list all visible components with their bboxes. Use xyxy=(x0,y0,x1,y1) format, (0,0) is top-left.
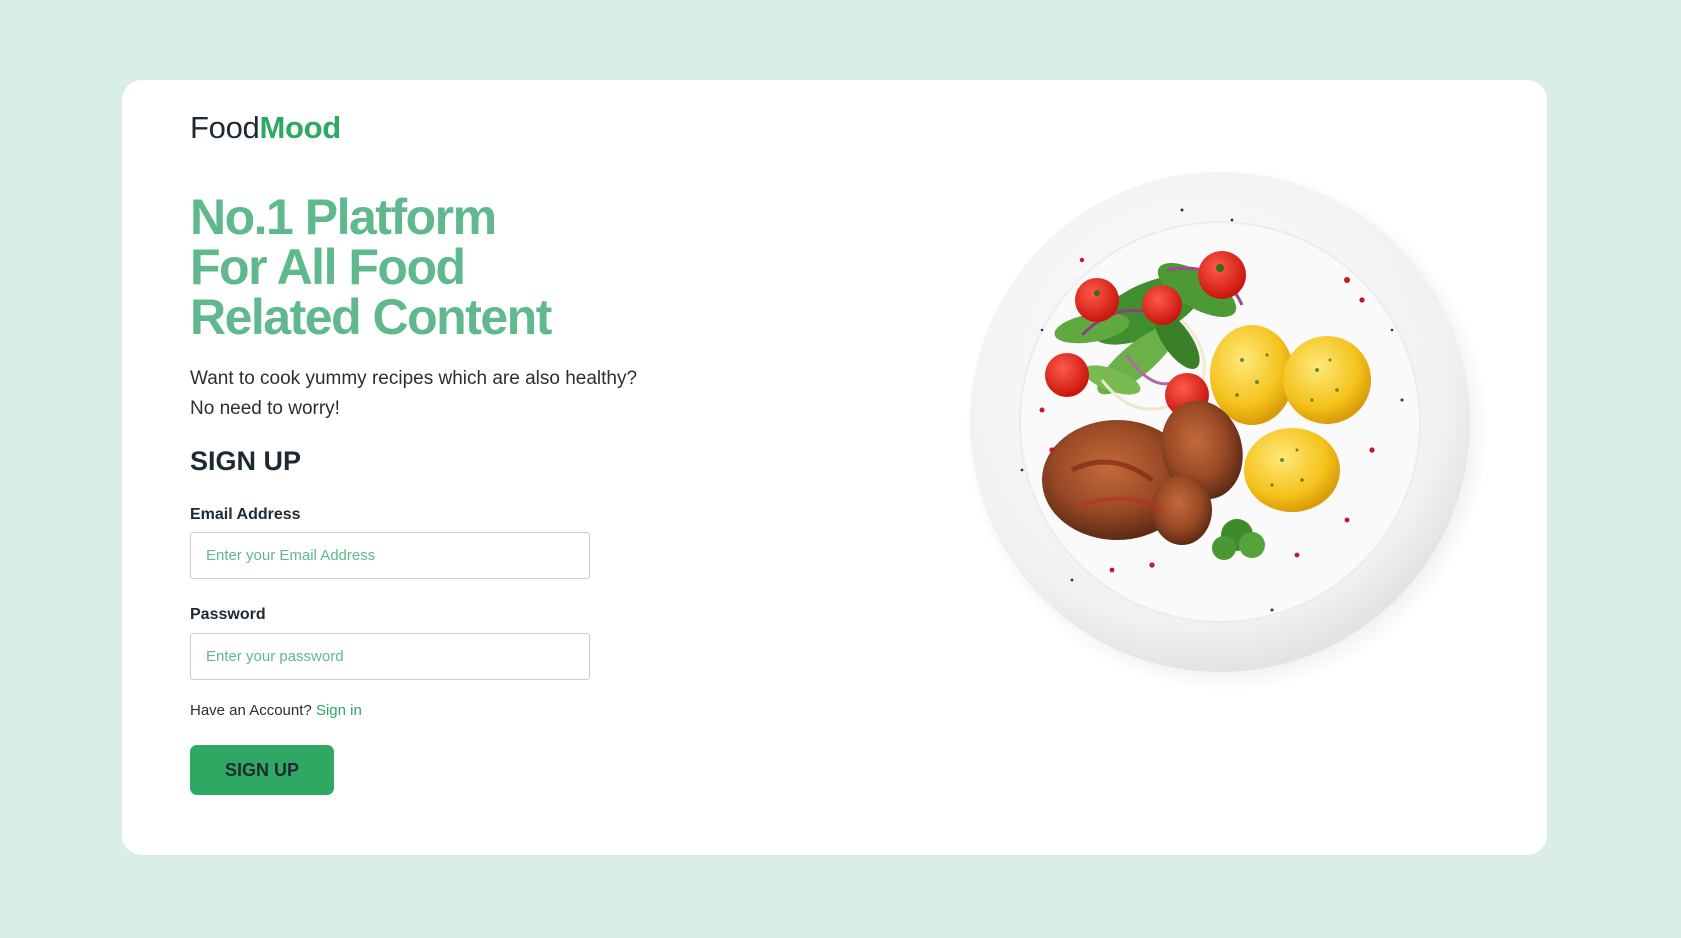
email-label: Email Address xyxy=(190,506,301,523)
headline-line: For All Food xyxy=(190,239,466,295)
food-plate-image xyxy=(952,150,1492,692)
subtitle-line: No need to worry! xyxy=(190,398,340,419)
password-label: Password xyxy=(190,606,266,623)
brand-logo[interactable]: FoodMood xyxy=(190,110,341,146)
brand-name-primary: Food xyxy=(190,110,260,145)
signup-card: FoodMood No.1 Platform For All Food Rela… xyxy=(122,80,1547,855)
hero-subtitle: Want to cook yummy recipes which are als… xyxy=(190,364,637,424)
signup-button[interactable]: SIGN UP xyxy=(190,745,334,795)
account-prompt: Have an Account? Sign in xyxy=(190,702,362,719)
signup-panel: FoodMood No.1 Platform For All Food Rela… xyxy=(190,80,790,855)
email-field[interactable] xyxy=(190,532,590,579)
brand-name-accent: Mood xyxy=(259,110,341,145)
headline-line: No.1 Platform xyxy=(190,189,497,245)
headline-line: Related Content xyxy=(190,289,552,345)
account-prompt-text: Have an Account? xyxy=(190,702,312,719)
subtitle-line: Want to cook yummy recipes which are als… xyxy=(190,368,638,389)
signin-link[interactable]: Sign in xyxy=(316,702,362,719)
hero-headline: No.1 Platform For All Food Related Conte… xyxy=(190,189,552,345)
password-field[interactable] xyxy=(190,633,590,680)
signup-heading: SIGN UP xyxy=(190,446,302,476)
food-plate-illustration xyxy=(965,168,1489,692)
